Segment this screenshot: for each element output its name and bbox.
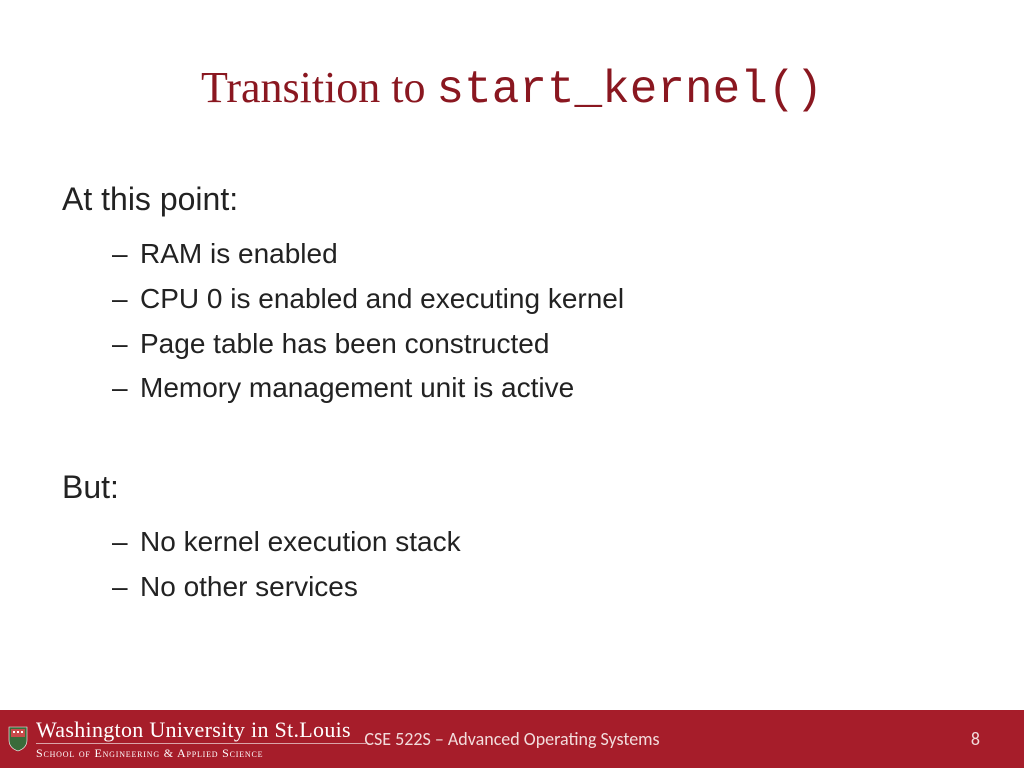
brand-sub: School of Engineering & Applied Science [36,747,366,760]
section-heading-2: But: [62,469,956,506]
page-number: 8 [971,728,980,750]
shield-icon [8,726,28,752]
footer-bar: Washington University in St.Louis School… [0,710,1024,768]
slide-title: Transition to start_kernel() [0,0,1024,126]
list-item: RAM is enabled [112,232,956,277]
title-prefix: Transition to [201,63,437,112]
list-item: CPU 0 is enabled and executing kernel [112,277,956,322]
brand-divider [36,743,366,744]
brand-text: Washington University in St.Louis School… [36,718,366,760]
bullet-list-2: No kernel execution stack No other servi… [62,520,956,610]
brand-block: Washington University in St.Louis School… [0,718,366,760]
slide: Transition to start_kernel() At this poi… [0,0,1024,768]
slide-body: At this point: RAM is enabled CPU 0 is e… [0,126,1024,610]
list-item: No kernel execution stack [112,520,956,565]
title-code: start_kernel() [437,64,823,116]
section-heading-1: At this point: [62,181,956,218]
bullet-list-1: RAM is enabled CPU 0 is enabled and exec… [62,232,956,411]
list-item: Page table has been constructed [112,322,956,367]
list-item: No other services [112,565,956,610]
list-item: Memory management unit is active [112,366,956,411]
brand-main: Washington University in St.Louis [36,718,366,741]
